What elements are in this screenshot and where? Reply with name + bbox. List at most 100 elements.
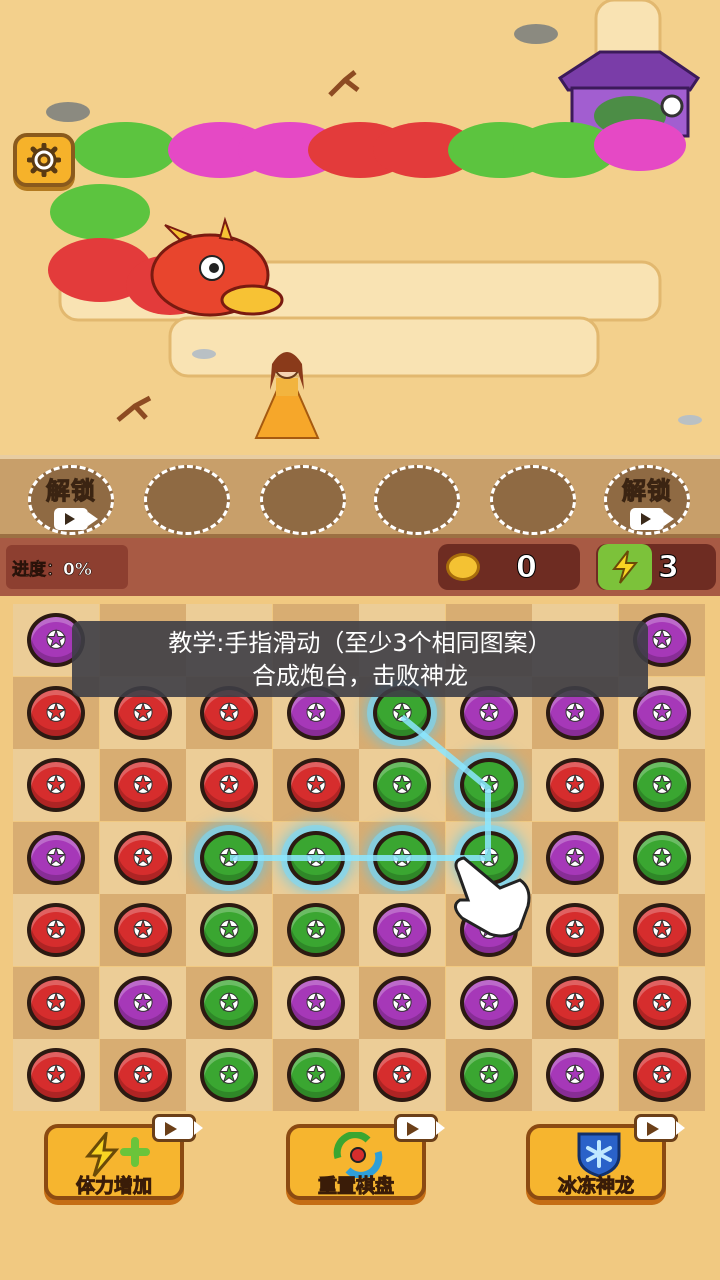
board-cell[interactable]: ✪	[13, 1039, 99, 1111]
purple-star-gem[interactable]: ✪	[546, 1048, 604, 1102]
board-cell[interactable]: ✪	[619, 1039, 705, 1111]
status-bar: 进度：0% 0 3	[0, 538, 720, 596]
red-star-gem[interactable]: ✪	[27, 903, 85, 957]
board-cell[interactable]: ✪	[100, 967, 186, 1039]
board-cell[interactable]: ✪	[446, 967, 532, 1039]
star-icon: ✪	[564, 771, 586, 799]
board-cell[interactable]: ✪	[100, 894, 186, 966]
board-cell[interactable]: ✪	[186, 1039, 272, 1111]
board-cell[interactable]: ✪	[359, 894, 445, 966]
star-icon: ✪	[391, 989, 413, 1017]
board-cell[interactable]: ✪	[13, 894, 99, 966]
board-cell[interactable]: ✪	[100, 1039, 186, 1111]
board-cell[interactable]: ✪	[446, 822, 532, 894]
board-cell[interactable]: ✪	[619, 749, 705, 821]
purple-star-gem[interactable]: ✪	[27, 831, 85, 885]
board-cell[interactable]: ✪	[532, 894, 618, 966]
turret-slot-bar: 解锁 解锁	[0, 455, 720, 538]
board-cell[interactable]: ✪	[359, 967, 445, 1039]
star-icon: ✪	[218, 844, 240, 872]
red-star-gem[interactable]: ✪	[633, 903, 691, 957]
red-star-gem[interactable]: ✪	[633, 976, 691, 1030]
red-star-gem[interactable]: ✪	[27, 758, 85, 812]
red-star-gem[interactable]: ✪	[114, 758, 172, 812]
green-star-gem[interactable]: ✪	[200, 903, 258, 957]
green-star-gem[interactable]: ✪	[460, 758, 518, 812]
green-star-gem[interactable]: ✪	[460, 831, 518, 885]
purple-star-gem[interactable]: ✪	[546, 831, 604, 885]
red-star-gem[interactable]: ✪	[546, 903, 604, 957]
board-cell[interactable]: ✪	[532, 822, 618, 894]
reset-board-button[interactable]: 重置棋盘	[286, 1114, 445, 1200]
board-cell[interactable]: ✪	[446, 749, 532, 821]
board-cell[interactable]: ✪	[186, 894, 272, 966]
red-star-gem[interactable]: ✪	[114, 903, 172, 957]
red-star-gem[interactable]: ✪	[114, 1048, 172, 1102]
board-cell[interactable]: ✪	[446, 894, 532, 966]
board-cell[interactable]: ✪	[273, 894, 359, 966]
green-star-gem[interactable]: ✪	[373, 758, 431, 812]
purple-star-gem[interactable]: ✪	[460, 903, 518, 957]
purple-star-gem[interactable]: ✪	[373, 976, 431, 1030]
board-cell[interactable]: ✪	[532, 967, 618, 1039]
slot-locked-right[interactable]: 解锁	[604, 465, 690, 535]
board-cell[interactable]: ✪	[273, 1039, 359, 1111]
board-cell[interactable]: ✪	[619, 967, 705, 1039]
board-cell[interactable]: ✪	[359, 749, 445, 821]
turret-slot[interactable]	[144, 465, 230, 535]
red-star-gem[interactable]: ✪	[27, 976, 85, 1030]
red-star-gem[interactable]: ✪	[200, 758, 258, 812]
purple-star-gem[interactable]: ✪	[114, 976, 172, 1030]
board-cell[interactable]: ✪	[186, 822, 272, 894]
red-star-gem[interactable]: ✪	[373, 1048, 431, 1102]
board-cell[interactable]: ✪	[13, 749, 99, 821]
board-cell[interactable]: ✪	[186, 967, 272, 1039]
board-cell[interactable]: ✪	[273, 967, 359, 1039]
purple-star-gem[interactable]: ✪	[373, 903, 431, 957]
slot-locked-left[interactable]: 解锁	[28, 465, 114, 535]
purple-star-gem[interactable]: ✪	[460, 976, 518, 1030]
board-cell[interactable]: ✪	[13, 967, 99, 1039]
board-cell[interactable]: ✪	[446, 1039, 532, 1111]
green-star-gem[interactable]: ✪	[373, 831, 431, 885]
coin-counter: 0	[438, 544, 580, 590]
lightning-icon	[598, 544, 652, 590]
red-star-gem[interactable]: ✪	[633, 1048, 691, 1102]
settings-button[interactable]	[13, 133, 75, 187]
red-star-gem[interactable]: ✪	[546, 976, 604, 1030]
green-star-gem[interactable]: ✪	[287, 903, 345, 957]
board-cell[interactable]: ✪	[13, 822, 99, 894]
purple-star-gem[interactable]: ✪	[287, 976, 345, 1030]
star-icon: ✪	[478, 989, 500, 1017]
add-energy-button[interactable]: 体力增加	[44, 1114, 203, 1200]
green-star-gem[interactable]: ✪	[633, 831, 691, 885]
green-star-gem[interactable]: ✪	[200, 1048, 258, 1102]
board-cell[interactable]: ✪	[619, 822, 705, 894]
green-star-gem[interactable]: ✪	[633, 758, 691, 812]
red-star-gem[interactable]: ✪	[114, 831, 172, 885]
red-star-gem[interactable]: ✪	[546, 758, 604, 812]
turret-slot[interactable]	[260, 465, 346, 535]
red-star-gem[interactable]: ✪	[27, 1048, 85, 1102]
green-star-gem[interactable]: ✪	[287, 1048, 345, 1102]
board-cell[interactable]: ✪	[186, 749, 272, 821]
board-cell[interactable]: ✪	[273, 822, 359, 894]
board-cell[interactable]: ✪	[619, 894, 705, 966]
green-star-gem[interactable]: ✪	[200, 976, 258, 1030]
board-cell[interactable]: ✪	[100, 749, 186, 821]
star-icon: ✪	[305, 844, 327, 872]
red-star-gem[interactable]: ✪	[287, 758, 345, 812]
board-cell[interactable]: ✪	[532, 1039, 618, 1111]
board-cell[interactable]: ✪	[359, 1039, 445, 1111]
board-cell[interactable]: ✪	[100, 822, 186, 894]
turret-slot[interactable]	[374, 465, 460, 535]
green-star-gem[interactable]: ✪	[460, 1048, 518, 1102]
board-cell[interactable]: ✪	[532, 749, 618, 821]
star-icon: ✪	[564, 1061, 586, 1089]
turret-slot[interactable]	[490, 465, 576, 535]
green-star-gem[interactable]: ✪	[287, 831, 345, 885]
green-star-gem[interactable]: ✪	[200, 831, 258, 885]
board-cell[interactable]: ✪	[273, 749, 359, 821]
freeze-dragon-button[interactable]: 冰冻神龙	[526, 1114, 685, 1200]
board-cell[interactable]: ✪	[359, 822, 445, 894]
